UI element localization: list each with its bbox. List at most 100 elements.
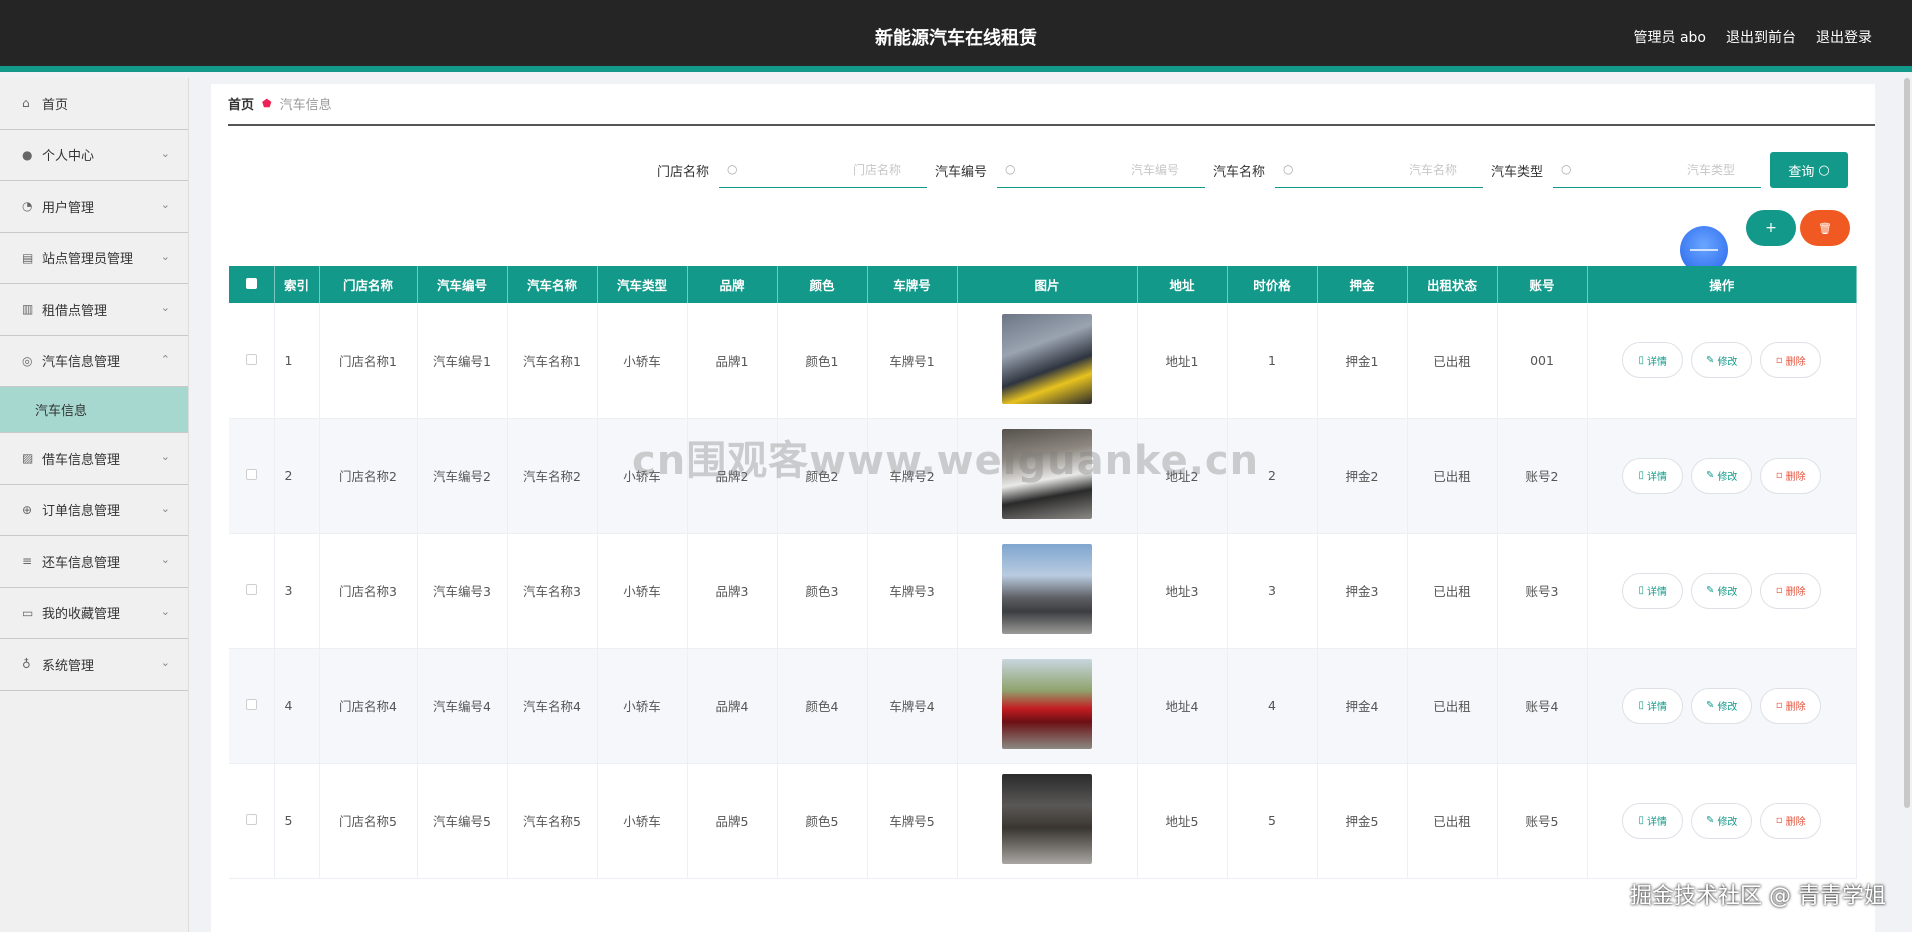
- document-icon: ▯: [1638, 815, 1644, 826]
- car-table: 索引 门店名称 汽车编号 汽车名称 汽车类型 品牌 颜色 车牌号 图片 地址 时…: [229, 266, 1857, 879]
- bar-chart-icon: ▥: [22, 302, 34, 317]
- cell-brand: 品牌5: [687, 763, 778, 879]
- detail-button[interactable]: ▯ 详情: [1622, 342, 1684, 379]
- col-account: 账号: [1497, 266, 1588, 303]
- sidebar-item-home[interactable]: ⌂ 首页: [0, 78, 188, 130]
- cell-actions: ▯ 详情 ✎ 修改 ▫ 删除: [1587, 648, 1857, 764]
- query-button[interactable]: 查询 ○: [1770, 152, 1848, 188]
- user-icon: ●: [22, 147, 33, 162]
- chevron-down-icon: ⌄: [160, 656, 170, 669]
- cell-index: 3: [274, 533, 320, 649]
- add-button[interactable]: +: [1746, 210, 1796, 246]
- detail-button[interactable]: ▯ 详情: [1622, 457, 1684, 494]
- row-checkbox[interactable]: [229, 533, 275, 649]
- sliders-icon: ≡: [22, 554, 33, 569]
- detail-button[interactable]: ▯ 详情: [1622, 687, 1684, 724]
- delete-button[interactable]: ▫ 删除: [1760, 802, 1822, 839]
- trash-icon: ▫: [1775, 815, 1783, 826]
- edit-button[interactable]: ✎ 修改: [1691, 342, 1753, 379]
- search-bar: 门店名称 ○ 汽车编号 ○ 汽车名称 ○ 汽车类型 ○: [211, 152, 1851, 192]
- trash-icon: ▫: [1775, 470, 1783, 481]
- edit-button[interactable]: ✎ 修改: [1691, 457, 1753, 494]
- col-status: 出租状态: [1407, 266, 1498, 303]
- cell-type: 小轿车: [597, 533, 688, 649]
- row-checkbox[interactable]: [229, 648, 275, 764]
- sidebar-subitem-car-info[interactable]: 汽车信息: [0, 387, 188, 433]
- code-input[interactable]: [997, 152, 1206, 187]
- scrollbar[interactable]: [1904, 78, 1910, 808]
- delete-button[interactable]: ▫ 删除: [1760, 457, 1822, 494]
- sidebar-item-favorites[interactable]: ▭ 我的收藏管理 ⌄: [0, 588, 188, 639]
- detail-button[interactable]: ▯ 详情: [1622, 572, 1684, 609]
- trash-icon: ▫: [1775, 585, 1783, 596]
- type-input[interactable]: [1553, 152, 1762, 187]
- detail-button[interactable]: ▯ 详情: [1622, 802, 1684, 839]
- row-checkbox[interactable]: [229, 303, 275, 419]
- sidebar: ⌂ 首页 ● 个人中心 ⌄ ◔ 用户管理 ⌄ ▤ 站点管理员管理 ⌄ ▥ 租借点管理 ⌄ ◎ 汽车信…: [0, 78, 189, 932]
- cell-code: 汽车编号2: [417, 418, 508, 534]
- delete-button[interactable]: ▫ 删除: [1760, 572, 1822, 609]
- sidebar-item-personal[interactable]: ● 个人中心 ⌄: [0, 130, 188, 181]
- name-input[interactable]: [1275, 152, 1484, 187]
- store-input[interactable]: [719, 152, 928, 187]
- select-all-checkbox[interactable]: [229, 266, 275, 303]
- edit-button[interactable]: ✎ 修改: [1691, 687, 1753, 724]
- chevron-up-icon: ⌃: [160, 352, 170, 366]
- delete-button[interactable]: ▫ 删除: [1760, 687, 1822, 724]
- cell-index: 5: [274, 763, 320, 879]
- cell-brand: 品牌3: [687, 533, 778, 649]
- row-checkbox[interactable]: [229, 763, 275, 879]
- sidebar-item-car-info[interactable]: ◎ 汽车信息管理 ⌃: [0, 336, 188, 387]
- logout-link[interactable]: 退出登录: [1816, 27, 1872, 47]
- cell-status: 已出租: [1407, 418, 1498, 534]
- breadcrumb-home[interactable]: 首页: [228, 94, 254, 113]
- sidebar-item-borrow[interactable]: ▨ 借车信息管理 ⌄: [0, 433, 188, 485]
- cell-address: 地址1: [1137, 303, 1228, 419]
- cell-name: 汽车名称2: [507, 418, 598, 534]
- sidebar-item-system[interactable]: ♁ 系统管理 ⌄: [0, 639, 188, 691]
- cell-price: 3: [1227, 533, 1318, 649]
- edit-button[interactable]: ✎ 修改: [1691, 802, 1753, 839]
- table-header-row: 索引 门店名称 汽车编号 汽车名称 汽车类型 品牌 颜色 车牌号 图片 地址 时…: [229, 266, 1857, 303]
- sidebar-item-site-admins[interactable]: ▤ 站点管理员管理 ⌄: [0, 233, 188, 284]
- delete-button[interactable]: ▫ 删除: [1760, 342, 1822, 379]
- row-checkbox[interactable]: [229, 418, 275, 534]
- cell-code: 汽车编号5: [417, 763, 508, 879]
- cell-brand: 品牌2: [687, 418, 778, 534]
- cell-color: 颜色3: [777, 533, 868, 649]
- cell-image: [957, 648, 1138, 764]
- pencil-icon: ✎: [1706, 470, 1715, 481]
- cell-index: 1: [274, 303, 320, 419]
- cell-price: 5: [1227, 763, 1318, 879]
- edit-button[interactable]: ✎ 修改: [1691, 572, 1753, 609]
- sidebar-item-returns[interactable]: ≡ 还车信息管理 ⌄: [0, 536, 188, 588]
- cell-store: 门店名称3: [319, 533, 418, 649]
- col-plate: 车牌号: [867, 266, 958, 303]
- car-image: [1002, 774, 1092, 864]
- trash-icon: ▫: [1775, 354, 1783, 366]
- cell-plate: 车牌号5: [867, 763, 958, 879]
- type-label: 汽车类型: [1491, 164, 1544, 180]
- search-icon: ○: [1283, 162, 1294, 176]
- cell-image: [957, 763, 1138, 879]
- col-code: 汽车编号: [417, 266, 508, 303]
- col-name: 汽车名称: [507, 266, 598, 303]
- sidebar-item-users[interactable]: ◔ 用户管理 ⌄: [0, 181, 188, 233]
- col-price: 时价格: [1227, 266, 1318, 303]
- table-row: 3 门店名称3 汽车编号3 汽车名称3 小轿车 品牌3 颜色3 车牌号3 地址3…: [229, 533, 1857, 649]
- app-title: 新能源汽车在线租赁: [875, 28, 1037, 49]
- cell-code: 汽车编号1: [417, 303, 508, 419]
- chevron-down-icon: ⌄: [160, 146, 170, 160]
- sidebar-item-rental-points[interactable]: ▥ 租借点管理 ⌄: [0, 284, 188, 336]
- top-bar: 新能源汽车在线租赁 管理员 abo 退出到前台 退出登录: [0, 0, 1912, 72]
- exit-to-front-link[interactable]: 退出到前台: [1726, 27, 1796, 47]
- cell-image: [957, 418, 1138, 534]
- document-icon: ▯: [1638, 354, 1644, 366]
- chevron-down-icon: ⌄: [160, 450, 170, 463]
- sidebar-item-orders[interactable]: ⊕ 订单信息管理 ⌄: [0, 485, 188, 536]
- search-field-name: 汽车名称 ○: [1213, 152, 1484, 188]
- search-icon: ○: [1561, 162, 1572, 176]
- cell-address: 地址5: [1137, 763, 1228, 879]
- batch-delete-button[interactable]: 🗑: [1800, 210, 1850, 246]
- table-row: 2 门店名称2 汽车编号2 汽车名称2 小轿车 品牌2 颜色2 车牌号2 地址2…: [229, 418, 1857, 534]
